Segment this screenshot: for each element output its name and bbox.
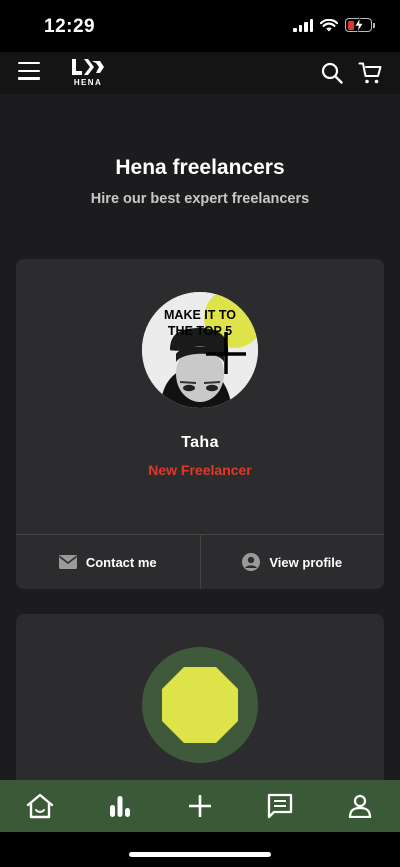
messages-icon[interactable] [260,786,300,826]
avatar[interactable] [142,647,258,763]
home-indicator-area [0,832,400,867]
status-bar: 12:29 [0,0,400,52]
logo-text: HENA [73,78,103,87]
contact-me-label: Contact me [85,554,157,570]
main-content[interactable]: Hena freelancers Hire our best expert fr… [0,94,400,780]
user-circle-icon [242,553,261,571]
battery-charging-icon [345,18,375,32]
contact-me-button[interactable]: Contact me [16,535,200,589]
cart-icon[interactable] [358,61,382,90]
freelancer-card[interactable]: MAKE IT TO THE TOP 5 Taha New Freelancer… [16,259,384,589]
profile-icon[interactable] [340,786,380,826]
app-header: HENA [0,52,400,94]
view-profile-label: View profile [269,554,343,570]
avatar[interactable]: MAKE IT TO THE TOP 5 [142,292,258,408]
bottom-nav [0,780,400,832]
page-subtitle: Hire our best expert freelancers [90,191,310,207]
page-title: Hena freelancers [115,156,285,179]
avatar-text-line1: MAKE IT TO [164,308,236,322]
avatar-text-line2: THE TOP 5 [168,324,232,338]
home-indicator[interactable] [129,852,271,857]
view-profile-button[interactable]: View profile [199,535,385,589]
freelancer-name[interactable]: Taha [16,434,384,452]
search-icon[interactable] [320,61,344,90]
hamburger-menu-icon[interactable] [18,62,40,82]
hena-logo[interactable]: HENA [70,57,110,89]
status-icons [293,18,375,32]
envelope-icon [58,555,77,569]
freelancer-card[interactable] [16,614,384,780]
freelancer-status-badge: New Freelancer [148,462,252,478]
card-actions: Contact me View profile [16,534,384,589]
logo-mark-icon [72,59,104,75]
stats-icon[interactable] [100,786,140,826]
signal-icon [293,18,313,32]
add-icon[interactable] [180,786,220,826]
wifi-icon [320,18,338,31]
home-icon[interactable] [20,786,60,826]
status-time: 12:29 [44,16,96,37]
octagon-avatar-icon [162,667,238,743]
